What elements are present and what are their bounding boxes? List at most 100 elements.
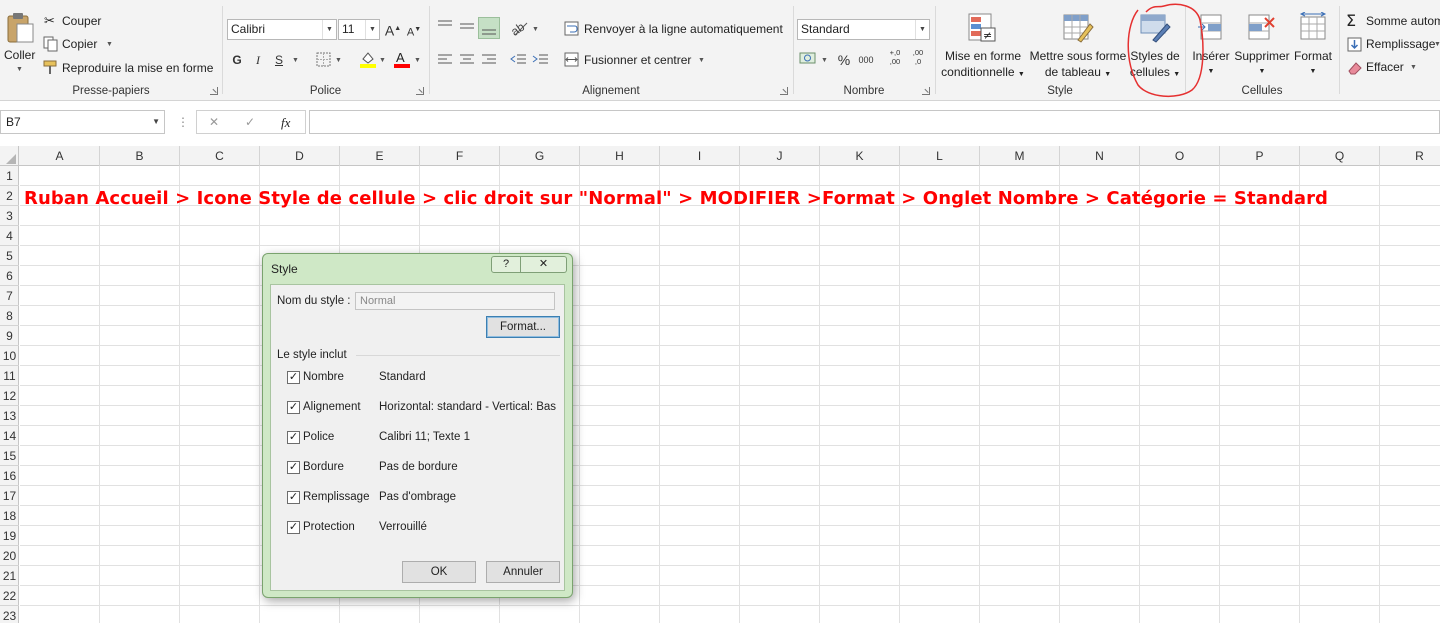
fill-down-icon[interactable] — [1347, 37, 1363, 53]
orientation-icon[interactable]: ab — [510, 19, 530, 37]
row-header[interactable]: 4 — [0, 226, 19, 246]
include-checkbox[interactable]: ✓ — [287, 491, 300, 504]
format-painter-button[interactable]: Reproduire la mise en forme — [62, 61, 213, 75]
column-header[interactable]: A — [20, 146, 100, 166]
merge-center-icon[interactable] — [564, 52, 580, 68]
clear-dropdown-icon[interactable]: ▼ — [1410, 64, 1417, 71]
row-header[interactable]: 7 — [0, 286, 19, 306]
align-middle-icon[interactable] — [458, 18, 476, 36]
column-header[interactable]: R — [1380, 146, 1440, 166]
cancel-button[interactable]: Annuler — [486, 561, 560, 583]
chevron-down-icon[interactable]: ▼ — [915, 20, 929, 39]
fill-button[interactable]: Remplissage — [1366, 37, 1435, 51]
shrink-font-button[interactable]: A▼ — [404, 20, 424, 40]
align-center-icon[interactable] — [458, 51, 476, 69]
italic-button[interactable]: I — [248, 50, 268, 70]
insert-function-icon[interactable]: fx — [281, 115, 290, 131]
column-header[interactable]: K — [820, 146, 900, 166]
delete-cells-button[interactable]: Supprimer ▼ — [1234, 12, 1290, 80]
row-header[interactable]: 20 — [0, 546, 19, 566]
chevron-down-icon[interactable]: ▼ — [322, 20, 336, 39]
underline-dropdown-icon[interactable]: ▼ — [292, 57, 299, 64]
align-bottom-button[interactable] — [478, 17, 500, 39]
include-label[interactable]: Protection — [303, 521, 355, 533]
row-header[interactable]: 11 — [0, 366, 19, 386]
column-header[interactable]: P — [1220, 146, 1300, 166]
row-header[interactable]: 21 — [0, 566, 19, 586]
row-header[interactable]: 23 — [0, 606, 19, 623]
format-as-table-button[interactable]: Mettre sous forme de tableau ▼ — [1028, 12, 1128, 83]
row-header[interactable]: 6 — [0, 266, 19, 286]
decrease-decimal-button[interactable]: ,00 ,0 — [907, 48, 929, 68]
align-right-icon[interactable] — [480, 51, 498, 69]
row-header[interactable]: 8 — [0, 306, 19, 326]
cut-icon[interactable]: ✂ — [44, 13, 55, 29]
include-label[interactable]: Alignement — [303, 401, 361, 413]
include-checkbox[interactable]: ✓ — [287, 461, 300, 474]
paste-button[interactable]: Coller ▼ — [2, 10, 36, 80]
row-header[interactable]: 19 — [0, 526, 19, 546]
column-header[interactable]: D — [260, 146, 340, 166]
wrap-text-icon[interactable] — [564, 21, 580, 37]
include-label[interactable]: Remplissage — [303, 491, 369, 503]
underline-button[interactable]: S — [269, 50, 289, 70]
column-header[interactable]: Q — [1300, 146, 1380, 166]
grow-font-button[interactable]: A▲ — [383, 19, 403, 39]
eraser-icon[interactable] — [1347, 60, 1363, 76]
select-all-corner[interactable] — [0, 146, 19, 166]
insert-cells-button[interactable]: Insérer ▼ — [1188, 12, 1234, 80]
column-header[interactable]: C — [180, 146, 260, 166]
clear-button[interactable]: Effacer — [1366, 60, 1404, 74]
column-header[interactable]: L — [900, 146, 980, 166]
column-header[interactable]: O — [1140, 146, 1220, 166]
include-checkbox[interactable]: ✓ — [287, 431, 300, 444]
help-button[interactable]: ? — [491, 256, 521, 273]
borders-icon[interactable] — [316, 52, 332, 68]
row-header[interactable]: 1 — [0, 166, 19, 186]
row-header[interactable]: 3 — [0, 206, 19, 226]
name-box[interactable]: B7 ▼ — [0, 110, 165, 134]
column-header[interactable]: N — [1060, 146, 1140, 166]
copy-icon[interactable] — [43, 36, 59, 52]
style-name-input[interactable]: Normal — [355, 292, 555, 310]
chevron-down-icon[interactable]: ▼ — [365, 20, 379, 39]
number-format-select[interactable]: Standard ▼ — [797, 19, 930, 40]
conditional-formatting-button[interactable]: ≠ Mise en forme conditionnelle ▼ — [938, 12, 1028, 83]
row-header[interactable]: 14 — [0, 426, 19, 446]
cell-area[interactable] — [20, 166, 1440, 623]
include-checkbox[interactable]: ✓ — [287, 401, 300, 414]
include-label[interactable]: Police — [303, 431, 334, 443]
percent-button[interactable]: % — [834, 50, 854, 70]
fill-color-icon[interactable] — [359, 50, 377, 68]
align-left-icon[interactable] — [436, 51, 454, 69]
row-header[interactable]: 15 — [0, 446, 19, 466]
decrease-indent-icon[interactable] — [510, 51, 528, 69]
row-header[interactable]: 22 — [0, 586, 19, 606]
column-header[interactable]: I — [660, 146, 740, 166]
accounting-dropdown-icon[interactable]: ▼ — [821, 57, 828, 64]
copy-dropdown-icon[interactable]: ▼ — [106, 41, 113, 48]
thousands-separator-button[interactable]: 000 — [854, 50, 878, 70]
copy-button[interactable]: Copier — [62, 37, 97, 51]
font-name-select[interactable]: Calibri ▼ — [227, 19, 337, 40]
number-launcher-icon[interactable] — [922, 87, 930, 95]
align-top-icon[interactable] — [436, 18, 454, 36]
borders-dropdown-icon[interactable]: ▼ — [335, 57, 342, 64]
column-header[interactable]: J — [740, 146, 820, 166]
row-header[interactable]: 16 — [0, 466, 19, 486]
column-header[interactable]: H — [580, 146, 660, 166]
autosum-icon[interactable]: Σ — [1346, 11, 1356, 30]
merge-center-button[interactable]: Fusionner et centrer — [584, 53, 691, 67]
chevron-down-icon[interactable]: ▼ — [152, 111, 160, 133]
cell-styles-button[interactable]: Styles de cellules ▼ — [1128, 12, 1182, 83]
orientation-dropdown-icon[interactable]: ▼ — [532, 26, 539, 33]
column-header[interactable]: M — [980, 146, 1060, 166]
autosum-button[interactable]: Somme autom — [1366, 14, 1440, 28]
accounting-format-icon[interactable] — [799, 50, 819, 68]
wrap-text-button[interactable]: Renvoyer à la ligne automatiquement — [584, 22, 783, 36]
confirm-entry-icon[interactable]: ✓ — [245, 115, 255, 129]
column-header[interactable]: G — [500, 146, 580, 166]
font-launcher-icon[interactable] — [416, 87, 424, 95]
bold-button[interactable]: G — [227, 50, 247, 70]
row-header[interactable]: 9 — [0, 326, 19, 346]
